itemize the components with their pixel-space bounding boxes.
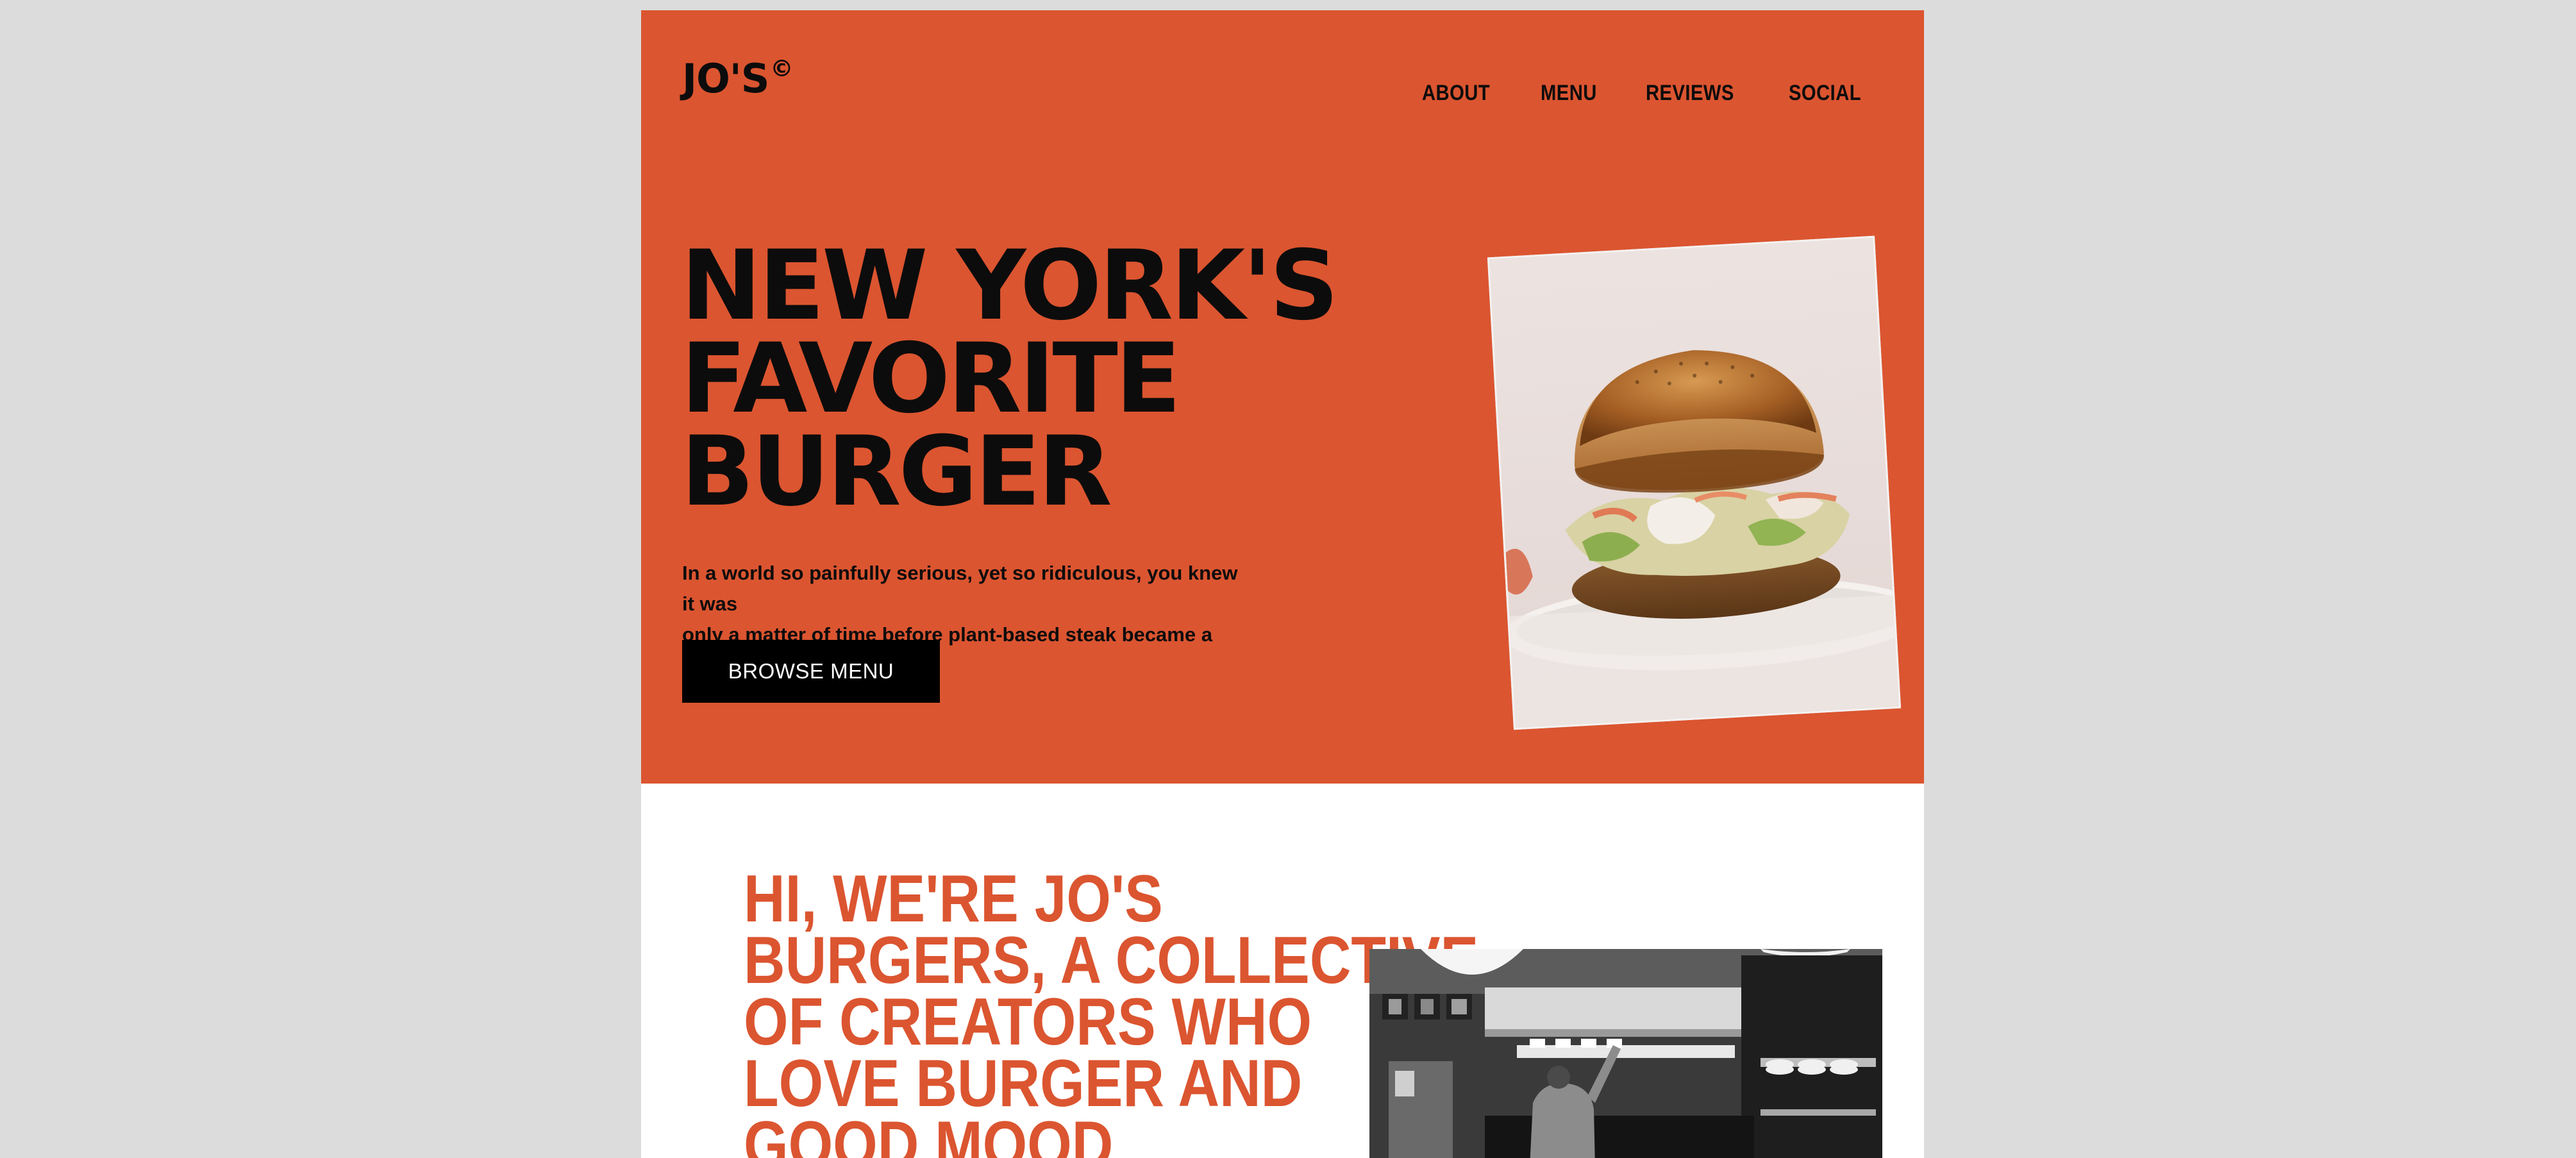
about-heading: HI, WE'RE JO'S BURGERS, A COLLECTIVE OF … <box>744 862 1479 1158</box>
burger-illustration <box>1489 237 1902 728</box>
burger-photo <box>1487 235 1902 730</box>
about-heading-line: BURGERS, A COLLECTIVE <box>744 923 1479 998</box>
kitchen-illustration <box>1369 949 1882 1158</box>
hero-headline: NEW YORK'S FAVORITE BURGER <box>681 230 1339 528</box>
headline-line: FAVORITE <box>681 323 1181 435</box>
nav-item-social[interactable]: SOCIAL <box>1789 81 1861 106</box>
headline-line: NEW YORK'S <box>681 230 1339 342</box>
kitchen-photo <box>1369 949 1882 1158</box>
about-heading-line: LOVE BURGER AND <box>744 1046 1303 1121</box>
nav-item-reviews[interactable]: REVIEWS <box>1646 81 1734 106</box>
main-nav: ABOUT MENU REVIEWS SOCIAL <box>1422 81 1873 106</box>
nav-item-menu[interactable]: MENU <box>1541 81 1597 106</box>
about-heading-line: HI, WE'RE JO'S <box>744 862 1163 936</box>
hero-section: JO'S © ABOUT MENU REVIEWS SOCIAL NEW YOR… <box>641 10 1924 784</box>
browse-menu-button[interactable]: BROWSE MENU <box>682 640 940 703</box>
logo[interactable]: JO'S © <box>682 55 793 102</box>
copyright-mark: © <box>770 56 793 82</box>
headline-line: BURGER <box>681 416 1112 528</box>
logo-text: JO'S <box>682 55 769 102</box>
nav-item-about[interactable]: ABOUT <box>1422 81 1490 106</box>
page: JO'S © ABOUT MENU REVIEWS SOCIAL NEW YOR… <box>641 10 1924 1158</box>
about-heading-line: GOOD MOOD <box>744 1108 1114 1158</box>
tagline-line: In a world so painfully serious, yet so … <box>682 562 1238 615</box>
about-heading-line: OF CREATORS WHO <box>744 985 1312 1059</box>
